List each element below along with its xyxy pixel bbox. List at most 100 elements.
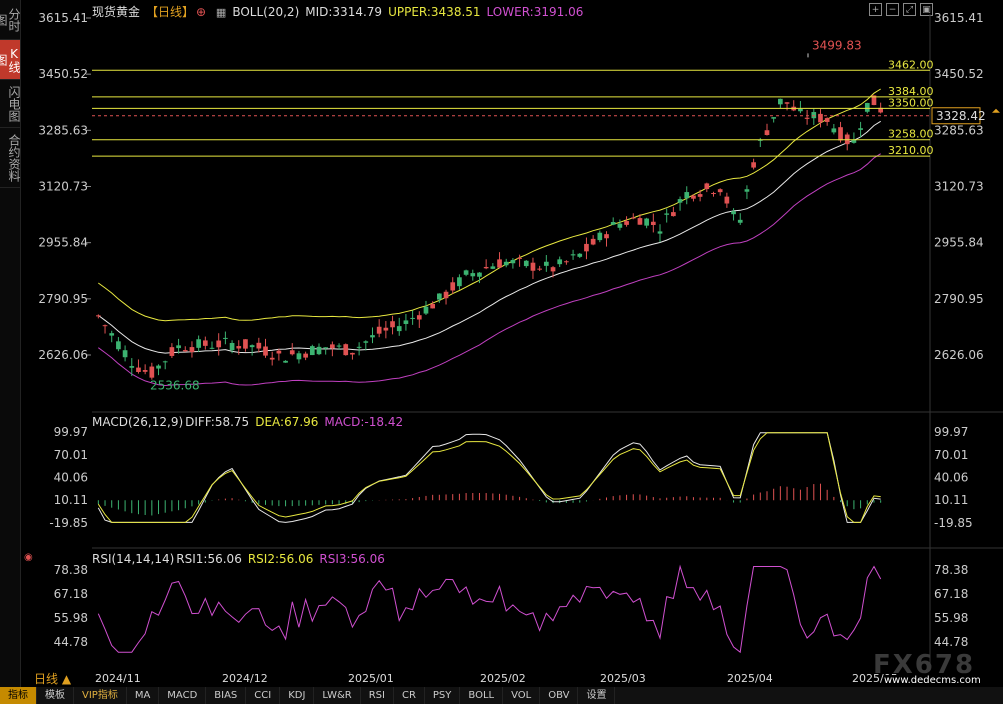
- candle-body: [771, 117, 777, 119]
- candle-body: [416, 315, 422, 320]
- price-tick-label-right: 3285.63: [934, 123, 984, 137]
- candle-body: [530, 262, 536, 271]
- candle-body: [283, 360, 288, 363]
- tab-templates[interactable]: 模板: [37, 687, 74, 704]
- candle-body: [490, 266, 496, 269]
- tab-ma[interactable]: MA: [127, 687, 160, 704]
- candle-body: [704, 183, 710, 190]
- candle-body: [390, 321, 395, 328]
- price-tick-label-left: 3120.73: [38, 180, 88, 194]
- candle-body: [731, 211, 736, 215]
- macd-tick-label-left: 70.01: [54, 448, 88, 462]
- macd-tick-label-left: -19.85: [49, 516, 88, 530]
- tab-psy[interactable]: PSY: [425, 687, 461, 704]
- level-label: 3462.00: [888, 58, 934, 71]
- candle-body: [350, 352, 355, 355]
- candle-body: [116, 341, 121, 350]
- candle-body: [590, 238, 596, 245]
- tab-rsi[interactable]: RSI: [361, 687, 394, 704]
- price-tick-label-right: 3450.52: [934, 67, 984, 81]
- level-label: 3350.00: [888, 96, 934, 109]
- candle-body: [804, 117, 810, 119]
- candle-body: [142, 370, 148, 372]
- candle-body: [838, 127, 843, 141]
- candle-body: [202, 340, 208, 346]
- rsi-tick-label-left: 78.38: [54, 563, 88, 577]
- tab-kdj[interactable]: KDJ: [280, 687, 315, 704]
- tab-cr[interactable]: CR: [394, 687, 425, 704]
- price-tick-label-left: 3615.41: [38, 11, 88, 25]
- candle-body: [162, 361, 168, 363]
- candle-body: [510, 259, 516, 264]
- candle-body: [443, 291, 449, 299]
- candle-body: [584, 243, 589, 252]
- candle-body: [751, 162, 756, 168]
- record-icon[interactable]: ◉: [24, 552, 33, 563]
- candle-body: [129, 366, 135, 368]
- candle-body: [711, 193, 716, 195]
- tab-bias[interactable]: BIAS: [206, 687, 247, 704]
- macd-label: MACD(26,12,9): [92, 415, 184, 429]
- rsi-header: RSI(14,14,14) RSI1:56.06 RSI2:56.06 RSI3:56…: [92, 552, 391, 566]
- tab-cci[interactable]: CCI: [246, 687, 281, 704]
- candle-body: [363, 341, 369, 343]
- tab-macd[interactable]: MACD: [159, 687, 207, 704]
- candle-body: [697, 194, 703, 197]
- macd-diff-line: [97, 432, 881, 523]
- tab-vip-indicators[interactable]: VIP指标: [74, 687, 127, 704]
- candle-body: [196, 339, 201, 348]
- price-tick-label-left: 2790.95: [38, 292, 88, 306]
- current-price-label: 3328.42: [936, 109, 986, 123]
- candle-body: [637, 218, 643, 225]
- candle-body: [376, 326, 382, 334]
- boll-upper-line: [98, 88, 881, 322]
- candle-body: [423, 306, 429, 314]
- candle-body: [470, 273, 476, 277]
- candle-body: [309, 346, 315, 356]
- tab-vol[interactable]: VOL: [503, 687, 541, 704]
- candle-body: [564, 261, 569, 263]
- candle-body: [229, 342, 235, 351]
- candle-body: [236, 346, 242, 349]
- tab-indicators[interactable]: 指标: [0, 687, 37, 704]
- candle-body: [169, 347, 175, 356]
- chart-canvas[interactable]: 3462.003384.003350.003258.003210.003328.…: [0, 0, 1003, 704]
- candle-body: [176, 345, 181, 349]
- candle-body: [864, 102, 870, 112]
- candle-body: [537, 268, 542, 270]
- candle-body: [811, 112, 817, 119]
- candle-body: [691, 195, 696, 199]
- candle-body: [136, 367, 141, 372]
- rsi-tick-label-right: 78.38: [934, 563, 968, 577]
- rsi-3: RSI3:56.06: [319, 552, 385, 566]
- candle-body: [396, 326, 402, 332]
- candle-body: [383, 327, 389, 331]
- candle-body: [818, 113, 823, 123]
- candle-body: [650, 221, 656, 225]
- macd-dea: DEA:67.96: [255, 415, 319, 429]
- candle-body: [243, 339, 248, 349]
- tab-lwr[interactable]: LW&R: [314, 687, 361, 704]
- tab-obv[interactable]: OBV: [540, 687, 579, 704]
- tab-boll[interactable]: BOLL: [460, 687, 504, 704]
- tab-settings[interactable]: 设置: [578, 687, 616, 704]
- candle-body: [216, 340, 222, 348]
- candle-body: [824, 118, 830, 122]
- candle-body: [657, 231, 663, 234]
- price-tick-label-right: 3120.73: [934, 180, 984, 194]
- candle-body: [263, 346, 268, 356]
- macd-tick-label-left: 99.97: [54, 425, 88, 439]
- period-switch[interactable]: 日线 ▲: [34, 670, 71, 687]
- level-label: 3258.00: [888, 128, 934, 141]
- date-tick-label: 2025/02: [480, 672, 526, 685]
- rsi-1: RSI1:56.06: [176, 552, 242, 566]
- candle-body: [497, 259, 502, 268]
- candle-body: [517, 257, 522, 259]
- price-tick-label-right: 2955.84: [934, 236, 984, 250]
- candle-body: [737, 219, 743, 223]
- candle-body: [109, 333, 115, 336]
- candle-body: [717, 189, 723, 193]
- rsi-tick-label-left: 44.78: [54, 635, 88, 649]
- candle-body: [644, 218, 649, 226]
- candle-body: [303, 353, 308, 358]
